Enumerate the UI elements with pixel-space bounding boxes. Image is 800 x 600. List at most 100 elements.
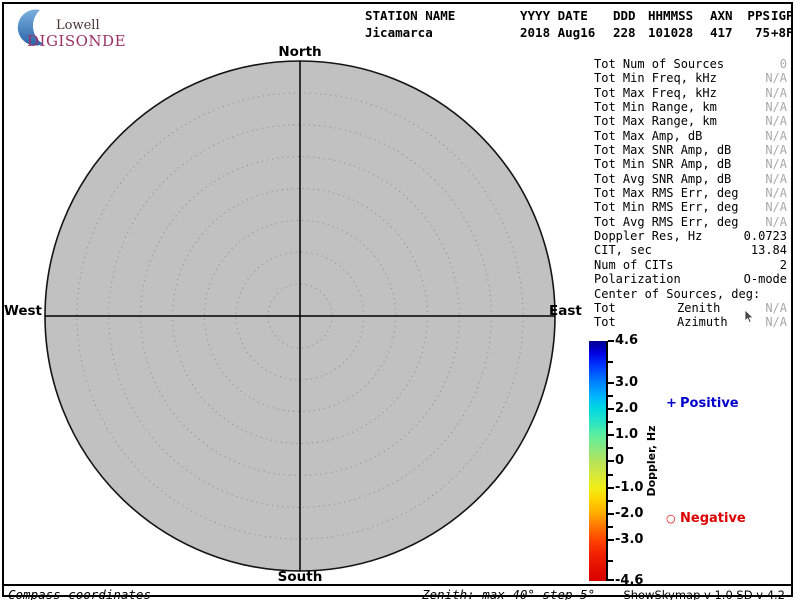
stat-value: N/A [765, 215, 787, 229]
header-igp-label: IGP [771, 9, 797, 23]
legend-positive-label: Positive [680, 396, 739, 411]
colorbar-tick [608, 460, 614, 462]
plus-marker-icon: + [666, 396, 680, 411]
stat-row: TotAzimuthN/A [594, 315, 787, 329]
logo-company-name: Lowell [56, 18, 100, 33]
stat-row: Tot Min SNR Amp, dBN/A [594, 157, 787, 171]
stat-row: Tot Avg SNR Amp, dBN/A [594, 172, 787, 186]
stat-row: Tot Num of Sources0 [594, 57, 787, 71]
stat-sublabel: Zenith [677, 301, 720, 315]
stat-value: N/A [765, 200, 787, 214]
header-pps-value: 75 [741, 26, 770, 40]
header-ddd-value: 228 [613, 26, 643, 40]
stat-value: N/A [765, 86, 787, 100]
colorbar-tick-label: 3.0 [615, 375, 655, 391]
colorbar-tick [608, 474, 613, 476]
colorbar-tick [608, 340, 614, 342]
colorbar-tick [608, 361, 613, 363]
coordinates-mode-text: Compass coordinates [8, 587, 151, 600]
colorbar-tick [608, 447, 613, 449]
stat-value: N/A [765, 301, 787, 315]
colorbar-tick [608, 513, 614, 515]
stat-row: Doppler Res, Hz0.0723 [594, 229, 787, 243]
legend-negative: ○Negative [666, 511, 746, 526]
stat-row: Tot Max RMS Err, degN/A [594, 186, 787, 200]
stat-row: Tot Max Range, kmN/A [594, 114, 787, 128]
stat-row: Center of Sources, deg: [594, 287, 787, 301]
stat-value: N/A [765, 186, 787, 200]
stat-row: Tot Min Freq, kHzN/A [594, 71, 787, 85]
logo-product-name: DIGISONDE [27, 32, 126, 50]
legend-positive: +Positive [666, 396, 739, 411]
colorbar-tick [608, 539, 614, 541]
compass-label-north: North [260, 44, 340, 60]
header-axn-label: AXN [710, 9, 738, 23]
colorbar-tick [608, 395, 613, 397]
header-axn-value: 417 [710, 26, 738, 40]
stat-value: 0 [780, 57, 787, 71]
zenith-scale-text: Zenith: max 40° step 5° [422, 587, 595, 600]
stat-value: N/A [765, 71, 787, 85]
stat-value: N/A [765, 315, 787, 329]
header-date-label: YYYY DATE [520, 9, 610, 23]
header-time-label: HHMMSS [648, 9, 703, 23]
stat-row: Tot Avg RMS Err, degN/A [594, 215, 787, 229]
compass-label-east: East [549, 303, 589, 319]
compass-label-west: West [2, 303, 42, 319]
stat-row: TotZenithN/A [594, 301, 787, 315]
colorbar-tick-label: 2.0 [615, 401, 655, 417]
stat-row: Tot Min RMS Err, degN/A [594, 200, 787, 214]
colorbar-tick-label: -3.0 [615, 532, 655, 548]
colorbar-tick [608, 421, 613, 423]
stat-value: O-mode [744, 272, 787, 286]
stat-value: N/A [765, 114, 787, 128]
stat-sublabel: Azimuth [677, 315, 728, 329]
colorbar-tick [608, 526, 613, 528]
colorbar-tick-label: -2.0 [615, 506, 655, 522]
legend-negative-label: Negative [680, 511, 746, 526]
header-pps-label: PPS [741, 9, 770, 23]
skymap-plot [42, 58, 558, 574]
header-igp-value: +8F [771, 26, 797, 40]
stat-value: N/A [765, 100, 787, 114]
header-station-label: STATION NAME [365, 9, 515, 23]
stat-row: Tot Max Amp, dBN/A [594, 129, 787, 143]
stat-value: N/A [765, 143, 787, 157]
showskymap-window: Lowell DIGISONDE STATION NAME Jicamarca … [0, 0, 800, 600]
header-station-value: Jicamarca [365, 26, 515, 40]
stat-row: PolarizationO-mode [594, 272, 787, 286]
stat-value: N/A [765, 157, 787, 171]
colorbar-tick [608, 487, 614, 489]
colorbar-tick [608, 408, 614, 410]
colorbar-tick [608, 560, 613, 562]
header-time-value: 101028 [648, 26, 703, 40]
stat-row: Num of CITs2 [594, 258, 787, 272]
header-date-value: 2018 Aug16 [520, 26, 610, 40]
stat-row: CIT, sec13.84 [594, 243, 787, 257]
lowell-digisonde-logo: Lowell DIGISONDE [10, 7, 140, 49]
compass-label-south: South [260, 569, 340, 585]
header-ddd-label: DDD [613, 9, 643, 23]
stat-row: Tot Max SNR Amp, dBN/A [594, 143, 787, 157]
colorbar-tick-label: 0 [615, 453, 655, 469]
colorbar-tick-label: 4.6 [615, 333, 655, 349]
colorbar-tick [608, 434, 614, 436]
colorbar-tick-label: -1.0 [615, 480, 655, 496]
circle-marker-icon: ○ [666, 512, 680, 525]
stat-row: Tot Min Range, kmN/A [594, 100, 787, 114]
colorbar-tick [608, 500, 613, 502]
status-bar: Compass coordinates Zenith: max 40° step… [2, 584, 793, 600]
stat-value: N/A [765, 172, 787, 186]
stat-value: 0.0723 [744, 229, 787, 243]
colorbar-tick [608, 579, 614, 581]
colorbar-tick [608, 382, 614, 384]
stat-value: 2 [780, 258, 787, 272]
doppler-colorbar [589, 341, 608, 581]
stat-value: 13.84 [751, 243, 787, 257]
statistics-panel: Tot Num of Sources0 Tot Min Freq, kHzN/A… [594, 57, 787, 330]
colorbar-tick-label: 1.0 [615, 427, 655, 443]
stat-row: Tot Max Freq, kHzN/A [594, 86, 787, 100]
stat-value: N/A [765, 129, 787, 143]
mouse-cursor-icon [744, 310, 756, 324]
version-text: ShowSkymap v 1.0 SD v 4.2 [623, 588, 785, 600]
